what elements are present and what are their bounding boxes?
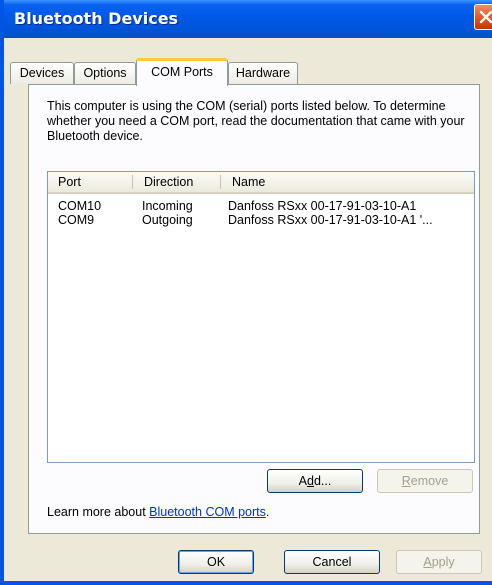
ok-button[interactable]: OK <box>178 550 254 574</box>
button-label: emove <box>410 474 449 488</box>
tab-com-ports[interactable]: COM Ports <box>136 58 228 86</box>
button-label: pply <box>431 555 455 569</box>
button-label: A <box>298 474 307 488</box>
cell-direction: Incoming <box>142 199 193 213</box>
learn-more-label: Learn more about <box>47 505 150 519</box>
learn-more-text: Learn more about Bluetooth COM ports. <box>47 505 269 519</box>
description-text: This computer is using the COM (serial) … <box>47 99 465 143</box>
cell-port: COM10 <box>58 199 102 213</box>
accelerator-key: R <box>401 474 411 488</box>
cancel-button[interactable]: Cancel <box>284 550 380 574</box>
tab-devices[interactable]: Devices <box>10 62 74 84</box>
column-separator[interactable] <box>132 175 133 189</box>
cell-name: Danfoss RSxx 00-17-91-03-10-A1 <box>228 199 417 213</box>
title-bar[interactable]: Bluetooth Devices <box>4 0 492 38</box>
remove-button[interactable]: Remove <box>377 469 473 493</box>
com-ports-list[interactable]: Port Direction Name COM10 Incoming Danfo… <box>47 171 475 463</box>
add-button[interactable]: Add... <box>267 469 363 493</box>
com-ports-panel: This computer is using the COM (serial) … <box>28 84 480 534</box>
cell-port: COM9 <box>58 213 95 227</box>
tab-label: Devices <box>19 66 65 80</box>
cell-direction: Outgoing <box>142 213 193 227</box>
bluetooth-com-ports-link[interactable]: Bluetooth COM ports <box>149 505 266 519</box>
bluetooth-devices-window: Bluetooth Devices Devices Options COM Po… <box>0 0 492 585</box>
tab-options[interactable]: Options <box>74 62 136 84</box>
accelerator-key: d <box>307 474 314 488</box>
button-label: d... <box>313 474 332 488</box>
column-header-direction[interactable]: Direction <box>134 172 220 192</box>
accelerator-key: A <box>423 555 432 569</box>
close-icon <box>479 10 492 24</box>
window-title: Bluetooth Devices <box>14 9 179 28</box>
list-header: Port Direction Name <box>48 172 474 194</box>
tab-label: COM Ports <box>151 65 213 79</box>
learn-more-suffix: . <box>265 505 270 519</box>
list-row[interactable]: COM10 Incoming Danfoss RSxx 00-17-91-03-… <box>48 199 474 213</box>
column-header-port[interactable]: Port <box>48 172 132 192</box>
apply-button[interactable]: Apply <box>396 550 482 574</box>
tab-label: Options <box>83 66 127 80</box>
tab-hardware[interactable]: Hardware <box>228 62 298 84</box>
column-separator[interactable] <box>220 175 221 189</box>
column-header-name[interactable]: Name <box>222 172 472 192</box>
close-button[interactable] <box>474 4 492 30</box>
tab-label: Hardware <box>235 66 291 80</box>
list-row[interactable]: COM9 Outgoing Danfoss RSxx 00-17-91-03-1… <box>48 213 474 227</box>
cell-name: Danfoss RSxx 00-17-91-03-10-A1 '... <box>228 213 433 227</box>
